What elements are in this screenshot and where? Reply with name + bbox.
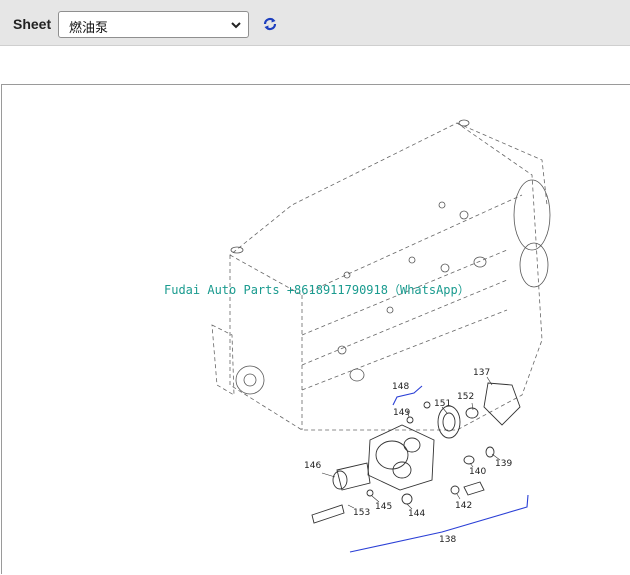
callout-140: 140 (469, 467, 486, 477)
callout-145: 145 (375, 502, 392, 512)
callout-148: 148 (392, 382, 409, 392)
callout-142: 142 (455, 501, 472, 511)
callout-139: 139 (495, 459, 512, 469)
watermark-text: Fudai Auto Parts +8618911790918（WhatsApp… (164, 283, 470, 297)
callout-144: 144 (408, 509, 425, 519)
fuel-pump (332, 424, 435, 491)
sheet-label: Sheet (13, 16, 52, 32)
callout-149: 149 (393, 408, 410, 418)
parts-diagram: 137 138 139 140 142 144 145 146 148 149 … (164, 119, 551, 553)
block-details (230, 119, 551, 395)
cover-137 (483, 382, 521, 426)
chevron-down-icon (231, 22, 241, 29)
sheet-select-value: 燃油泵 (69, 21, 109, 36)
sheet-select[interactable]: 燃油泵 (58, 11, 249, 38)
callout-146: 146 (304, 461, 321, 471)
bracket-lines (349, 385, 529, 553)
callout-152: 152 (457, 392, 474, 402)
callout-138: 138 (439, 535, 456, 545)
parts-diagram-frame: 137 138 139 140 142 144 145 146 148 149 … (1, 84, 630, 574)
callout-151: 151 (434, 399, 451, 409)
callout-153: 153 (353, 508, 370, 518)
gear-151 (437, 405, 461, 439)
refresh-icon[interactable] (261, 15, 279, 33)
toolbar: Sheet 燃油泵 (0, 0, 630, 46)
callout-137: 137 (473, 368, 490, 378)
